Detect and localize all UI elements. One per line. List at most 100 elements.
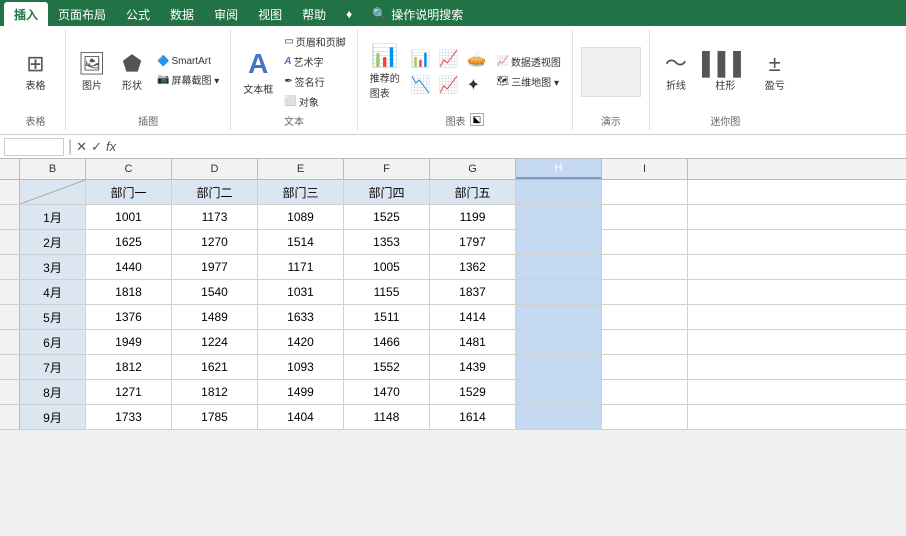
cell-g-7[interactable]: 1529 bbox=[430, 380, 516, 404]
cell-h-3[interactable] bbox=[516, 280, 602, 304]
cell-month-1[interactable]: 2月 bbox=[20, 230, 86, 254]
cell-c-7[interactable]: 1271 bbox=[86, 380, 172, 404]
cell-g-1[interactable]: 1797 bbox=[430, 230, 516, 254]
cell-h-1[interactable] bbox=[516, 230, 602, 254]
cell-i-6[interactable] bbox=[602, 355, 688, 379]
cell-d-4[interactable]: 1489 bbox=[172, 305, 258, 329]
map-3d-button[interactable]: 🗺 三维地图 ▾ bbox=[493, 72, 563, 91]
cell-h-7[interactable] bbox=[516, 380, 602, 404]
cell-d-1[interactable]: 1270 bbox=[172, 230, 258, 254]
column-chart-button[interactable]: 📊 bbox=[408, 47, 434, 71]
col-header-c[interactable]: C bbox=[86, 159, 172, 179]
cell-b-header[interactable] bbox=[20, 180, 86, 204]
picture-button[interactable]: 🖼 图片 bbox=[74, 49, 110, 94]
screenshot-button[interactable]: 📷 屏幕截图 ▾ bbox=[154, 70, 222, 89]
cell-e-header[interactable]: 部门三 bbox=[258, 180, 344, 204]
col-header-g[interactable]: G bbox=[430, 159, 516, 179]
cell-c-2[interactable]: 1440 bbox=[86, 255, 172, 279]
tab-help[interactable]: 帮助 bbox=[292, 2, 336, 26]
cell-c-4[interactable]: 1376 bbox=[86, 305, 172, 329]
pivot-chart-button[interactable]: 📈 数据透视图 bbox=[493, 52, 563, 71]
cell-e-3[interactable]: 1031 bbox=[258, 280, 344, 304]
cell-c-8[interactable]: 1733 bbox=[86, 405, 172, 429]
cell-d-0[interactable]: 1173 bbox=[172, 205, 258, 229]
tab-insert[interactable]: 插入 bbox=[4, 2, 48, 26]
cell-c-6[interactable]: 1812 bbox=[86, 355, 172, 379]
cell-g-0[interactable]: 1199 bbox=[430, 205, 516, 229]
tab-formula[interactable]: 公式 bbox=[116, 2, 160, 26]
cell-i-header[interactable] bbox=[602, 180, 688, 204]
confirm-formula-icon[interactable]: ✓ bbox=[91, 139, 102, 155]
cell-i-7[interactable] bbox=[602, 380, 688, 404]
col-header-h[interactable]: H bbox=[516, 159, 602, 179]
cell-f-5[interactable]: 1466 bbox=[344, 330, 430, 354]
cell-f-2[interactable]: 1005 bbox=[344, 255, 430, 279]
wordart-button[interactable]: A 艺术字 bbox=[281, 52, 348, 71]
search-tab[interactable]: 🔍 操作说明搜索 bbox=[362, 2, 482, 26]
cell-d-7[interactable]: 1812 bbox=[172, 380, 258, 404]
cell-g-2[interactable]: 1362 bbox=[430, 255, 516, 279]
shape-button[interactable]: ⬟ 形状 bbox=[114, 49, 150, 94]
cell-d-3[interactable]: 1540 bbox=[172, 280, 258, 304]
cell-e-6[interactable]: 1093 bbox=[258, 355, 344, 379]
cell-d-5[interactable]: 1224 bbox=[172, 330, 258, 354]
cell-c-5[interactable]: 1949 bbox=[86, 330, 172, 354]
cell-month-8[interactable]: 9月 bbox=[20, 405, 86, 429]
header-footer-button[interactable]: ▭ 页眉和页脚 bbox=[281, 32, 348, 51]
tab-page-layout[interactable]: 页面布局 bbox=[48, 2, 116, 26]
winloss-sparkline-button[interactable]: ± 盈亏 bbox=[757, 49, 793, 94]
cell-g-5[interactable]: 1481 bbox=[430, 330, 516, 354]
bar-chart-button[interactable]: 📉 bbox=[408, 73, 434, 97]
cell-h-6[interactable] bbox=[516, 355, 602, 379]
cell-i-8[interactable] bbox=[602, 405, 688, 429]
cell-month-3[interactable]: 4月 bbox=[20, 280, 86, 304]
formula-input[interactable] bbox=[120, 140, 902, 154]
col-header-b[interactable]: B bbox=[20, 159, 86, 179]
signature-button[interactable]: ✒ 签名行 bbox=[281, 72, 348, 91]
smartart-button[interactable]: 🔷 SmartArt bbox=[154, 54, 222, 69]
tab-diamond[interactable]: ♦ bbox=[336, 2, 362, 26]
cell-h-5[interactable] bbox=[516, 330, 602, 354]
cell-d-header[interactable]: 部门二 bbox=[172, 180, 258, 204]
tab-review[interactable]: 审阅 bbox=[204, 2, 248, 26]
cell-i-2[interactable] bbox=[602, 255, 688, 279]
tab-view[interactable]: 视图 bbox=[248, 2, 292, 26]
cell-h-header[interactable] bbox=[516, 180, 602, 204]
cell-g-3[interactable]: 1837 bbox=[430, 280, 516, 304]
tables-button[interactable]: ⊞ 表格 bbox=[18, 49, 54, 94]
cell-month-4[interactable]: 5月 bbox=[20, 305, 86, 329]
cell-e-4[interactable]: 1633 bbox=[258, 305, 344, 329]
cell-f-0[interactable]: 1525 bbox=[344, 205, 430, 229]
cell-e-1[interactable]: 1514 bbox=[258, 230, 344, 254]
object-button[interactable]: ⬜ 对象 bbox=[281, 92, 348, 111]
cell-i-1[interactable] bbox=[602, 230, 688, 254]
cell-i-0[interactable] bbox=[602, 205, 688, 229]
col-header-i[interactable]: I bbox=[602, 159, 688, 179]
name-box[interactable] bbox=[4, 138, 64, 156]
cell-month-2[interactable]: 3月 bbox=[20, 255, 86, 279]
col-header-f[interactable]: F bbox=[344, 159, 430, 179]
cell-g-8[interactable]: 1614 bbox=[430, 405, 516, 429]
cell-c-3[interactable]: 1818 bbox=[86, 280, 172, 304]
cancel-formula-icon[interactable]: ✕ bbox=[76, 139, 87, 155]
cell-g-header[interactable]: 部门五 bbox=[430, 180, 516, 204]
cell-d-2[interactable]: 1977 bbox=[172, 255, 258, 279]
line-chart-button[interactable]: 📈 bbox=[436, 47, 462, 71]
col-header-e[interactable]: E bbox=[258, 159, 344, 179]
col-header-d[interactable]: D bbox=[172, 159, 258, 179]
cell-i-3[interactable] bbox=[602, 280, 688, 304]
area-chart-button[interactable]: 📈 bbox=[436, 73, 462, 97]
recommended-charts-button[interactable]: 📊 推荐的图表 bbox=[366, 41, 404, 101]
cell-h-8[interactable] bbox=[516, 405, 602, 429]
cell-h-0[interactable] bbox=[516, 205, 602, 229]
cell-c-0[interactable]: 1001 bbox=[86, 205, 172, 229]
cell-month-5[interactable]: 6月 bbox=[20, 330, 86, 354]
scatter-chart-button[interactable]: ✦ bbox=[464, 73, 483, 97]
cell-e-0[interactable]: 1089 bbox=[258, 205, 344, 229]
cell-e-8[interactable]: 1404 bbox=[258, 405, 344, 429]
column-sparkline-button[interactable]: ▌▌▌ 柱形 bbox=[698, 49, 753, 94]
cell-month-7[interactable]: 8月 bbox=[20, 380, 86, 404]
cell-e-7[interactable]: 1499 bbox=[258, 380, 344, 404]
cell-g-6[interactable]: 1439 bbox=[430, 355, 516, 379]
cell-f-4[interactable]: 1511 bbox=[344, 305, 430, 329]
